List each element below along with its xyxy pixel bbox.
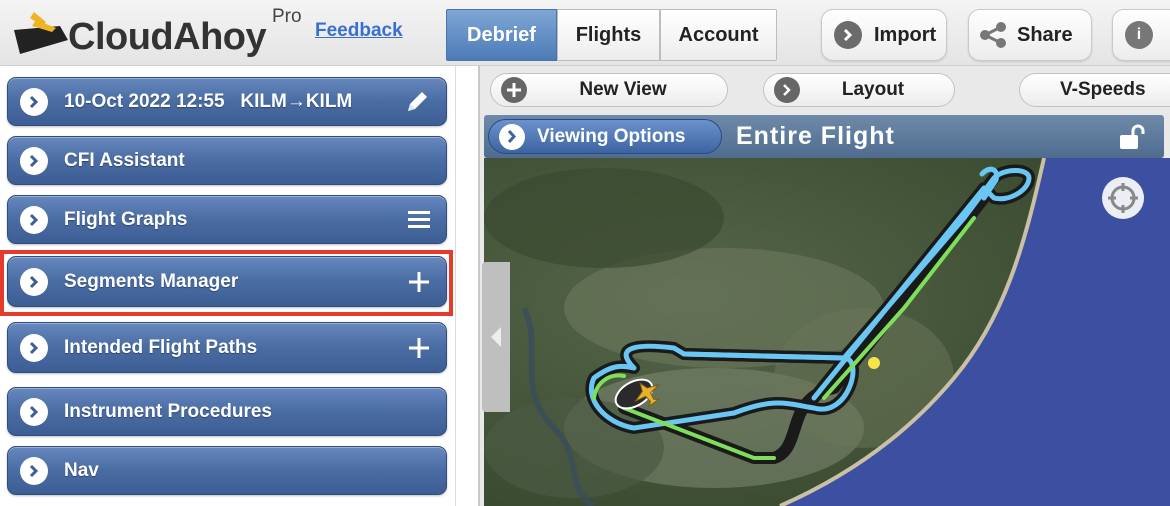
share-icon (979, 22, 1007, 48)
sidebar-item-cfi-assistant[interactable]: CFI Assistant (7, 136, 447, 185)
collapse-sidebar-handle[interactable] (482, 262, 510, 412)
feedback-link[interactable]: Feedback (315, 20, 403, 42)
chevron-right-icon (20, 146, 48, 175)
top-bar: CloudAhoy Pro Feedback Debrief Flights A… (0, 0, 1170, 66)
v-speeds-button[interactable]: V-Speeds (1019, 73, 1170, 107)
map-title: Entire Flight (736, 122, 895, 150)
chevron-right-icon (20, 333, 48, 362)
sidebar-item-instrument-procedures[interactable]: Instrument Procedures (7, 387, 447, 436)
tab-debrief[interactable]: Debrief (446, 9, 557, 61)
main-tabs: Debrief Flights Account (446, 9, 777, 61)
import-button[interactable]: Import (821, 9, 947, 61)
menu-icon[interactable] (408, 210, 430, 229)
pro-badge: Pro (272, 6, 302, 27)
chevron-right-icon (499, 123, 525, 150)
sidebar-item-label: CFI Assistant (64, 149, 185, 171)
map-header: Viewing Options Entire Flight (484, 115, 1164, 158)
chevron-right-icon (20, 397, 48, 426)
sidebar-item-label: Intended Flight Paths (64, 336, 258, 358)
viewing-options-label: Viewing Options (537, 125, 686, 147)
info-icon: i (1125, 21, 1153, 49)
cloudahoy-logo[interactable]: CloudAhoy Pro (12, 6, 312, 64)
new-view-button[interactable]: New View (490, 73, 728, 107)
sidebar-item-label: Instrument Procedures (64, 400, 272, 422)
tab-account[interactable]: Account (660, 9, 777, 61)
chevron-right-icon (20, 87, 48, 116)
recenter-map-button[interactable] (1102, 177, 1144, 219)
segments-manager-highlight (0, 250, 453, 316)
sidebar-item-flight-header[interactable]: 10-Oct 2022 12:55 KILM→KILM (7, 77, 447, 126)
share-label: Share (1017, 23, 1073, 46)
chevron-right-icon (20, 205, 48, 234)
sidebar-item-flight-graphs[interactable]: Flight Graphs (7, 195, 447, 244)
unlock-icon[interactable] (1118, 124, 1146, 155)
viewing-options-button[interactable]: Viewing Options (488, 119, 722, 154)
sidebar-item-label: Flight Graphs (64, 208, 188, 230)
new-view-label: New View (579, 79, 667, 100)
layout-button[interactable]: Layout (763, 73, 955, 107)
chevron-right-icon (774, 77, 800, 103)
share-button[interactable]: Share (968, 9, 1092, 61)
layout-label: Layout (841, 79, 905, 100)
logo-text: CloudAhoy (68, 16, 267, 58)
sidebar-item-label: 10-Oct 2022 12:55 KILM→KILM (64, 90, 353, 112)
chevron-right-icon (20, 456, 48, 485)
satellite-map-image (484, 158, 1170, 506)
airplane-logo-icon (14, 12, 68, 54)
import-label: Import (874, 23, 937, 46)
sidebar-item-intended-flight-paths[interactable]: Intended Flight Paths (7, 322, 447, 373)
plus-icon[interactable] (408, 337, 430, 359)
sidebar-item-nav[interactable]: Nav (7, 446, 447, 495)
pencil-icon[interactable] (404, 89, 430, 115)
flight-map[interactable] (484, 158, 1170, 506)
chevron-right-icon (834, 21, 862, 49)
info-button[interactable]: i (1112, 9, 1170, 61)
crosshair-icon (1108, 183, 1138, 213)
sidebar-item-label: Nav (64, 459, 99, 481)
v-speeds-label: V-Speeds (1060, 79, 1146, 100)
plus-circle-icon (501, 77, 527, 103)
triangle-left-icon (491, 327, 501, 347)
tab-flights[interactable]: Flights (557, 9, 660, 61)
